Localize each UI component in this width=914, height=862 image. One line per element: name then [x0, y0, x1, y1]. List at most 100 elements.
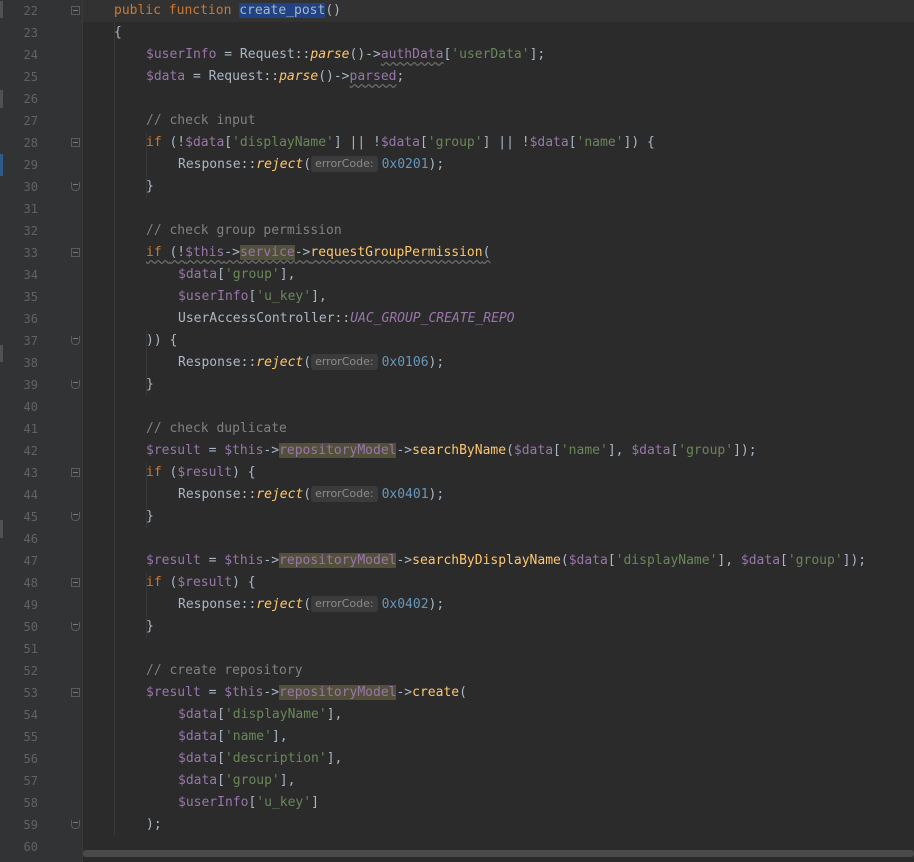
code-line-text: // create repository: [146, 660, 303, 682]
code-line[interactable]: Response::reject(errorCode: 0x0106);: [83, 352, 914, 374]
code-line[interactable]: // check duplicate: [83, 418, 914, 440]
code-line[interactable]: $data['description'],: [83, 748, 914, 770]
code-line[interactable]: if ($result) {: [83, 462, 914, 484]
code-line-text: Response::reject(errorCode: 0x0106);: [178, 352, 444, 374]
code-line[interactable]: Response::reject(errorCode: 0x0201);: [83, 154, 914, 176]
fold-marker-icon[interactable]: [71, 468, 80, 477]
code-line[interactable]: [83, 198, 914, 220]
change-marker[interactable]: [0, 154, 3, 176]
code-token: (: [459, 685, 467, 700]
fold-end-icon[interactable]: [71, 820, 80, 829]
fold-end-icon[interactable]: [71, 512, 80, 521]
code-line[interactable]: [83, 88, 914, 110]
code-line-text: $data['group'],: [178, 264, 295, 286]
code-token: $data: [146, 69, 186, 84]
code-token: 'group': [224, 267, 280, 282]
code-line[interactable]: $userInfo['u_key']: [83, 792, 914, 814]
change-marker[interactable]: [0, 520, 3, 538]
line-number-gutter[interactable]: 22 23 24 25 26 27 28 29 30 31 32 33 34 35 36 37 38 39 40 41…: [0, 0, 82, 862]
code-line[interactable]: [83, 528, 914, 550]
code-line[interactable]: $result = $this->repositoryModel->create…: [83, 682, 914, 704]
fold-end-icon[interactable]: [71, 336, 80, 345]
code-line[interactable]: public function create_post(): [83, 0, 914, 22]
code-line[interactable]: Response::reject(errorCode: 0x0401);: [83, 484, 914, 506]
line-number: 51: [23, 642, 38, 656]
line-number: 34: [23, 268, 38, 282]
code-line[interactable]: }: [83, 506, 914, 528]
code-line[interactable]: $result = $this->repositoryModel->search…: [83, 550, 914, 572]
fold-marker-icon[interactable]: [71, 578, 80, 587]
code-line-text: $data['description'],: [178, 748, 342, 770]
code-token: 'displayName': [224, 707, 327, 722]
fold-marker-icon[interactable]: [71, 6, 80, 15]
code-line[interactable]: $data = Request::parse()->parsed;: [83, 66, 914, 88]
code-line[interactable]: Response::reject(errorCode: 0x0402);: [83, 594, 914, 616]
code-token: (: [560, 553, 569, 568]
code-token: ],: [326, 751, 343, 766]
code-token: (: [303, 487, 312, 502]
change-marker[interactable]: [0, 1, 3, 18]
code-line[interactable]: if (!$data['displayName'] || !$data['gro…: [83, 132, 914, 154]
code-token: $data: [740, 553, 781, 568]
code-line[interactable]: $data['group'],: [83, 770, 914, 792]
code-line[interactable]: }: [83, 616, 914, 638]
fold-end-icon[interactable]: [71, 622, 80, 631]
fold-marker-icon[interactable]: [71, 248, 80, 257]
code-token: UserAccessController::: [178, 311, 351, 326]
code-token: =: [200, 443, 225, 458]
code-token: }: [146, 509, 154, 524]
code-line[interactable]: [83, 396, 914, 418]
code-line[interactable]: UserAccessController::UAC_GROUP_CREATE_R…: [83, 308, 914, 330]
code-editor[interactable]: 22 23 24 25 26 27 28 29 30 31 32 33 34 35 36 37 38 39 40 41…: [0, 0, 914, 862]
fold-marker-icon[interactable]: [71, 138, 80, 147]
line-number: 27: [23, 114, 38, 128]
code-line-text: $userInfo['u_key']: [178, 792, 319, 814]
code-token: [: [224, 135, 233, 150]
code-token: reject: [256, 157, 304, 172]
line-number: 31: [23, 202, 38, 216]
code-token: ]);: [842, 553, 867, 568]
line-number: 37: [23, 334, 38, 348]
code-line[interactable]: // create repository: [83, 660, 914, 682]
fold-marker-icon[interactable]: [71, 688, 80, 697]
code-token: (!: [169, 245, 186, 260]
code-line[interactable]: $data['group'],: [83, 264, 914, 286]
code-token: ()->: [318, 69, 350, 84]
code-line[interactable]: $data['name'],: [83, 726, 914, 748]
code-token: create_post: [239, 3, 326, 18]
code-line[interactable]: // check input: [83, 110, 914, 132]
code-token: (: [303, 355, 312, 370]
code-token: $result: [146, 443, 201, 458]
code-line[interactable]: $data['displayName'],: [83, 704, 914, 726]
code-line[interactable]: }: [83, 176, 914, 198]
code-token: (): [325, 3, 341, 18]
code-line-text: {: [114, 22, 122, 44]
change-marker[interactable]: [0, 90, 3, 108]
code-token: $userInfo: [146, 47, 217, 62]
code-line[interactable]: )) {: [83, 330, 914, 352]
code-token: 'name': [576, 135, 624, 150]
code-line[interactable]: $userInfo = Request::parse()->authData['…: [83, 44, 914, 66]
code-line[interactable]: [83, 638, 914, 660]
code-token: if: [146, 245, 170, 260]
code-token: UAC_GROUP_CREATE_REPO: [350, 311, 515, 326]
horizontal-scrollbar-thumb[interactable]: [83, 850, 914, 857]
code-line[interactable]: // check group permission: [83, 220, 914, 242]
code-line[interactable]: );: [83, 814, 914, 836]
code-line[interactable]: $result = $this->repositoryModel->search…: [83, 440, 914, 462]
code-token: // check input: [146, 113, 256, 128]
line-number: 22: [23, 4, 38, 18]
fold-end-icon[interactable]: [71, 380, 80, 389]
code-area[interactable]: public function create_post() {$userInfo …: [83, 0, 914, 862]
change-marker[interactable]: [0, 345, 3, 362]
fold-end-icon[interactable]: [71, 182, 80, 191]
code-line[interactable]: {: [83, 22, 914, 44]
code-line[interactable]: }: [83, 374, 914, 396]
code-token: 'name': [224, 729, 272, 744]
code-line[interactable]: if ($result) {: [83, 572, 914, 594]
code-line[interactable]: if (!$this->service->requestGroupPermiss…: [83, 242, 914, 264]
horizontal-scrollbar[interactable]: [83, 849, 914, 858]
code-token: ]: [311, 795, 319, 810]
code-token: $result: [177, 465, 233, 480]
code-line[interactable]: $userInfo['u_key'],: [83, 286, 914, 308]
